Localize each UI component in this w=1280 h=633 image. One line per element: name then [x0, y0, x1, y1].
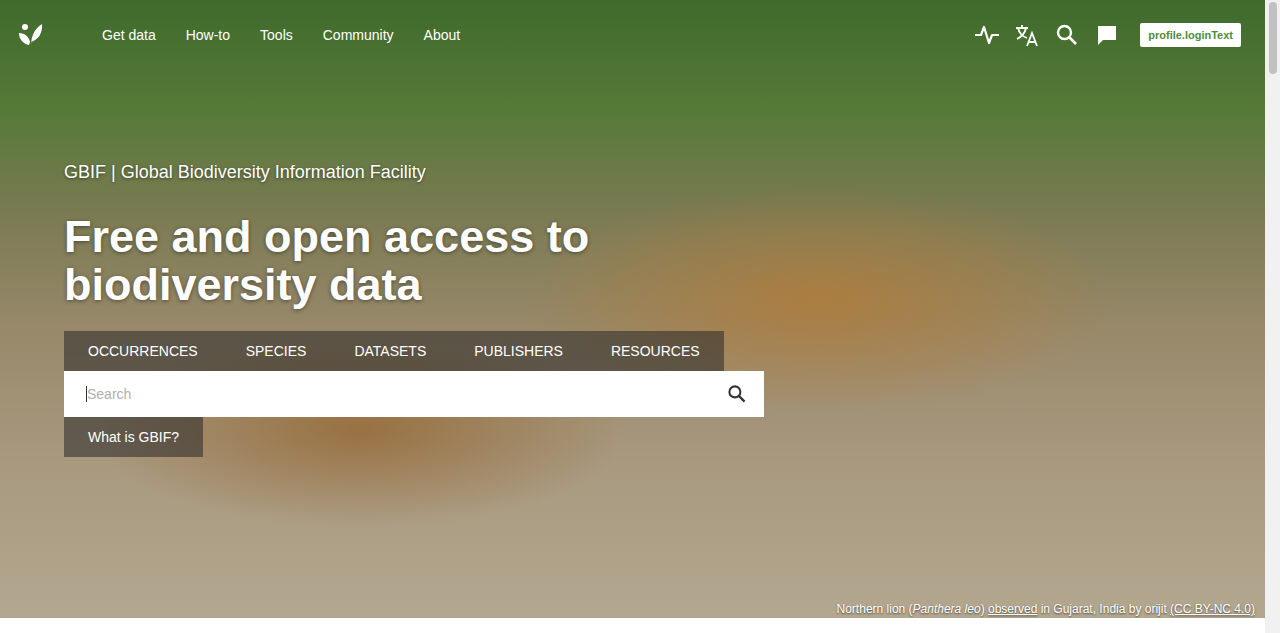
search-placeholder: Search: [87, 386, 726, 402]
main-nav: Get data How-to Tools Community About: [102, 27, 460, 43]
page: Get data How-to Tools Community About profil…: [0, 0, 1280, 633]
search-submit-icon[interactable]: [726, 383, 748, 405]
search-tab[interactable]: PUBLISHERS: [450, 331, 587, 371]
site-name: GBIF | Global Biodiversity Information F…: [64, 162, 426, 183]
hero-photo: Get data How-to Tools Community About profil…: [0, 0, 1265, 618]
headline: Free and open access to biodiversity dat…: [64, 213, 704, 309]
search-tabs: OCCURRENCESSPECIESDATASETSPUBLISHERSRESO…: [64, 331, 724, 371]
search-icon[interactable]: [1054, 22, 1080, 48]
credit-link[interactable]: observed: [988, 602, 1037, 616]
credit-link[interactable]: (CC BY-NC 4.0): [1170, 602, 1255, 616]
main: Get data How-to Tools Community About profil…: [0, 0, 1265, 633]
search-tab[interactable]: RESOURCES: [587, 331, 724, 371]
nav-item[interactable]: Get data: [102, 27, 156, 43]
search-tab[interactable]: DATASETS: [330, 331, 450, 371]
text-caret: [86, 386, 87, 402]
nav-item[interactable]: Tools: [260, 27, 293, 43]
nav-item[interactable]: Community: [323, 27, 394, 43]
login-button[interactable]: profile.loginText: [1140, 23, 1241, 47]
scrollbar[interactable]: [1265, 0, 1280, 633]
gbif-leaf-logo-icon[interactable]: [16, 20, 46, 50]
credit-text: ): [981, 602, 988, 616]
top-bar: Get data How-to Tools Community About profil…: [0, 0, 1265, 70]
what-is-gbif-button[interactable]: What is GBIF?: [64, 417, 203, 457]
activity-pulse-icon[interactable]: [974, 22, 1000, 48]
photo-credit: Northern lion (Panthera leo) observed in…: [837, 602, 1255, 616]
search-field[interactable]: Search: [64, 371, 764, 417]
hero: GBIF | Global Biodiversity Information F…: [0, 70, 1265, 457]
scrollbar-thumb[interactable]: [1269, 2, 1277, 74]
translate-icon[interactable]: [1014, 22, 1040, 48]
credit-text: Northern lion (: [837, 602, 913, 616]
nav-item[interactable]: About: [424, 27, 461, 43]
nav-item[interactable]: How-to: [186, 27, 230, 43]
credit-text: in Gujarat, India by orijit: [1037, 602, 1170, 616]
header-tools: profile.loginText: [974, 22, 1241, 48]
credit-text: Panthera leo: [913, 602, 981, 616]
search-tab[interactable]: OCCURRENCES: [64, 331, 222, 371]
feedback-chat-icon[interactable]: [1094, 22, 1120, 48]
search-tab[interactable]: SPECIES: [222, 331, 331, 371]
